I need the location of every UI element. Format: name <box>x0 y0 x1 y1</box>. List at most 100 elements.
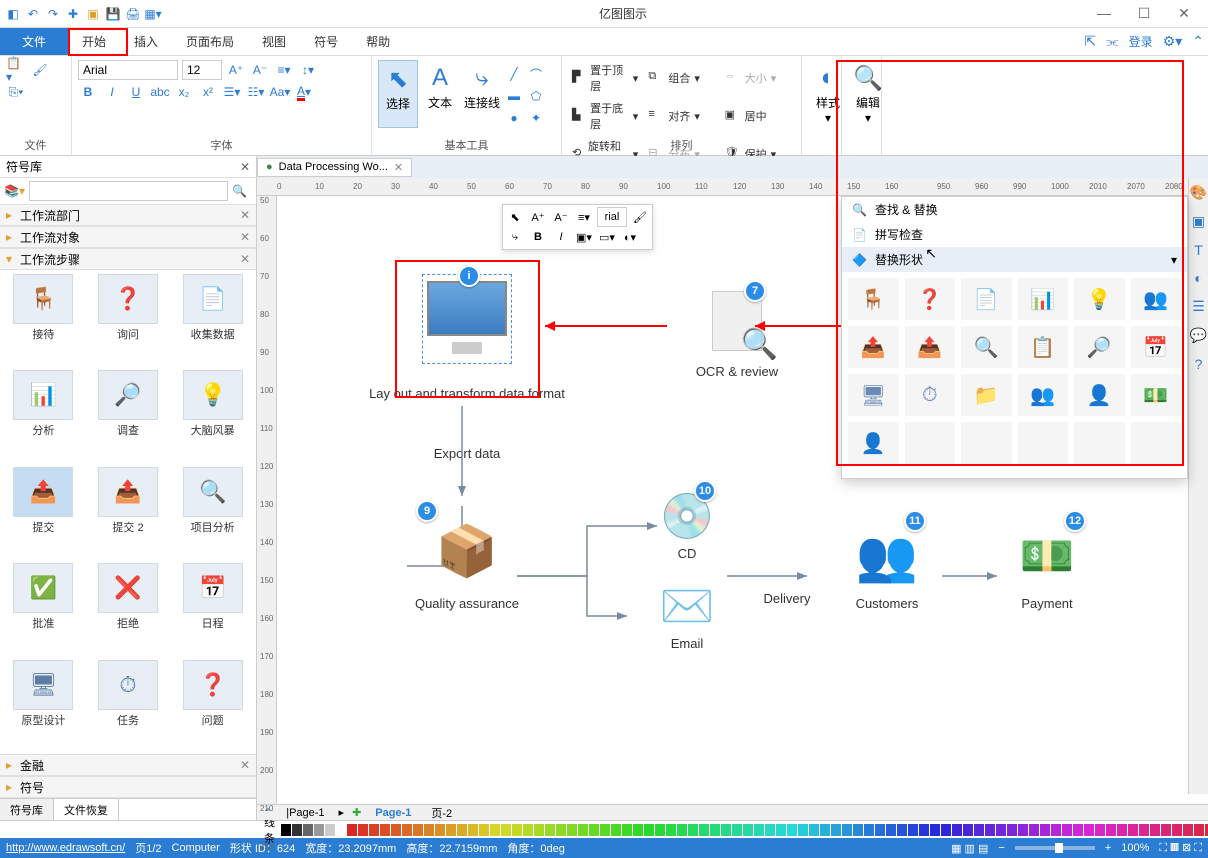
decrease-font-icon[interactable]: A⁻ <box>250 60 270 80</box>
mini-font-name[interactable]: rial <box>597 207 627 227</box>
replace-shape-item[interactable] <box>905 422 956 464</box>
color-swatch[interactable] <box>501 824 511 836</box>
color-swatch[interactable] <box>479 824 489 836</box>
color-swatch[interactable] <box>1161 824 1171 836</box>
replace-shape-item[interactable]: 📄 <box>961 278 1012 320</box>
menu-insert[interactable]: 插入 <box>120 28 172 55</box>
color-swatch[interactable] <box>941 824 951 836</box>
close-icon[interactable]: ✕ <box>1170 5 1198 22</box>
shadow-icon[interactable]: ◐ <box>1194 270 1202 286</box>
replace-shape-item[interactable]: 📤 <box>905 326 956 368</box>
redo-icon[interactable]: ↷ <box>44 5 62 23</box>
gear-icon[interactable]: ⚙▾ <box>1163 33 1183 50</box>
replace-shape-item[interactable]: 👥 <box>1131 278 1182 320</box>
mini-connector-icon[interactable]: ⤷ <box>505 227 525 247</box>
replace-shape-item[interactable] <box>961 422 1012 464</box>
node-ocr[interactable]: 🔍 7 OCR & review <box>677 286 797 379</box>
color-swatch[interactable] <box>1018 824 1028 836</box>
symbol-item[interactable]: ✅批准 <box>4 563 83 653</box>
replace-shape-item[interactable]: 👤 <box>1074 374 1125 416</box>
color-swatch[interactable] <box>754 824 764 836</box>
spacing-icon[interactable]: ↕▾ <box>298 60 318 80</box>
color-swatch[interactable] <box>391 824 401 836</box>
outline-page[interactable]: |Page-1 <box>280 807 330 819</box>
print-icon[interactable]: 🖨 <box>124 5 142 23</box>
symbol-item[interactable]: 🔎调查 <box>89 370 168 460</box>
color-swatch[interactable] <box>1095 824 1105 836</box>
symbol-item[interactable]: 🔍项目分析 <box>173 467 252 557</box>
search-icon[interactable]: 🔍 <box>232 184 252 198</box>
align-btn[interactable]: ≡对齐▾ <box>644 98 718 134</box>
replace-shape-item[interactable]: 👥 <box>1018 374 1069 416</box>
color-swatch[interactable] <box>798 824 808 836</box>
color-swatch[interactable] <box>622 824 632 836</box>
color-swatch[interactable] <box>908 824 918 836</box>
text-tool[interactable]: A文本 <box>420 60 460 128</box>
brush-icon[interactable]: 🖌 <box>30 60 50 80</box>
color-swatch[interactable] <box>886 824 896 836</box>
symbol-item[interactable]: 🪑接待 <box>4 274 83 364</box>
color-swatch[interactable] <box>424 824 434 836</box>
color-swatch[interactable] <box>820 824 830 836</box>
symbol-item[interactable]: ❌拒绝 <box>89 563 168 653</box>
color-swatch[interactable] <box>281 824 291 836</box>
color-swatch[interactable] <box>996 824 1006 836</box>
color-swatch[interactable] <box>402 824 412 836</box>
node-payment[interactable]: 💵 12 Payment <box>992 516 1102 611</box>
theme-icon[interactable]: 🎨 <box>1190 184 1207 201</box>
fit-icon[interactable]: ⛶ ▦ ⊠ ⛶ <box>1159 841 1202 855</box>
undo-icon[interactable]: ↶ <box>24 5 42 23</box>
symbol-item[interactable]: 📅日程 <box>173 563 252 653</box>
center-btn[interactable]: ▣居中 <box>721 98 795 134</box>
symbol-item[interactable]: 📤提交 2 <box>89 467 168 557</box>
underline-icon[interactable]: U <box>126 82 146 102</box>
increase-font-icon[interactable]: A⁺ <box>226 60 246 80</box>
symbol-cat-1[interactable]: ▸工作流部门✕ <box>0 204 256 226</box>
color-swatch[interactable] <box>578 824 588 836</box>
color-swatch[interactable] <box>490 824 500 836</box>
library-icon[interactable]: 📚▾ <box>4 184 25 198</box>
font-color-icon[interactable]: A▾ <box>294 82 314 102</box>
replace-shape-item[interactable]: 📤 <box>848 326 899 368</box>
symbol-cat-3[interactable]: ▾工作流步骤✕ <box>0 248 256 270</box>
layer-icon[interactable]: ☰ <box>1192 298 1205 315</box>
color-swatch[interactable] <box>611 824 621 836</box>
color-swatch[interactable] <box>336 824 346 836</box>
color-swatch[interactable] <box>655 824 665 836</box>
collapse-icon[interactable]: ⌃ <box>1192 33 1204 50</box>
color-swatch[interactable] <box>380 824 390 836</box>
node-customers[interactable]: 👥 11 Customers <box>827 516 947 611</box>
color-swatch[interactable] <box>556 824 566 836</box>
color-swatch[interactable] <box>1029 824 1039 836</box>
node-email[interactable]: ✉️ Email <box>627 576 747 651</box>
color-swatch[interactable] <box>369 824 379 836</box>
minimize-icon[interactable]: — <box>1090 5 1118 22</box>
canvas-scroll[interactable]: ⌃ |Page-1 ▸ ✚ Page-1 页-2 <box>257 804 1208 820</box>
color-swatch[interactable] <box>545 824 555 836</box>
doc-tab[interactable]: ● Data Processing Wo... ✕ <box>257 158 412 177</box>
status-url[interactable]: http://www.edrawsoft.cn/ <box>6 842 125 854</box>
node-cd[interactable]: 💿 10 CD <box>627 486 747 561</box>
open-icon[interactable]: ▣ <box>84 5 102 23</box>
view-mode-icon[interactable]: ▦ ▥ ▤ <box>951 842 988 855</box>
edit-spell[interactable]: 📄拼写检查 <box>842 222 1187 247</box>
replace-shape-item[interactable]: ❓ <box>905 278 956 320</box>
color-swatch[interactable] <box>523 824 533 836</box>
symbol-item[interactable]: ❓询问 <box>89 274 168 364</box>
italic-icon[interactable]: I <box>102 82 122 102</box>
replace-shape-item[interactable] <box>1018 422 1069 464</box>
color-swatch[interactable] <box>952 824 962 836</box>
color-swatch[interactable] <box>1128 824 1138 836</box>
zoom-out-icon[interactable]: − <box>998 842 1004 854</box>
color-swatch[interactable] <box>787 824 797 836</box>
replace-shape-item[interactable]: 👤 <box>848 422 899 464</box>
mini-dec-font-icon[interactable]: A⁻ <box>551 207 571 227</box>
color-swatch[interactable] <box>1139 824 1149 836</box>
mini-bold-icon[interactable]: B <box>528 227 548 247</box>
color-swatch[interactable] <box>1051 824 1061 836</box>
share-icon[interactable]: ⇱ <box>1084 33 1096 50</box>
subscript-icon[interactable]: x₂ <box>174 82 194 102</box>
node-layout[interactable]: i <box>407 274 527 364</box>
symbol-item[interactable]: ⏱任务 <box>89 660 168 750</box>
edit-btn[interactable]: 🔍编辑▾ <box>848 60 888 127</box>
